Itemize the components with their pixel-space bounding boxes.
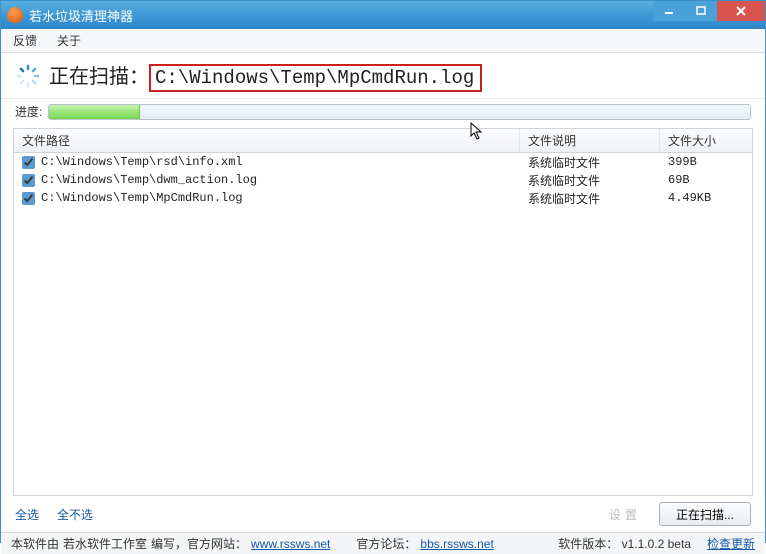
- titlebar: 若水垃圾清理神器: [1, 1, 765, 29]
- footer-prefix: 本软件由: [11, 535, 59, 552]
- row-checkbox[interactable]: [22, 174, 35, 187]
- select-none-link[interactable]: 全不选: [57, 506, 93, 523]
- menu-feedback[interactable]: 反馈: [13, 32, 37, 49]
- row-checkbox[interactable]: [22, 156, 35, 169]
- footer: 本软件由 若水软件工作室 编写，官方网站： www.rssws.net 官方论坛…: [1, 532, 765, 554]
- footer-site-link[interactable]: www.rssws.net: [251, 537, 330, 551]
- footer-version: v1.1.0.2 beta: [622, 537, 691, 551]
- col-header-size[interactable]: 文件大小: [660, 129, 752, 152]
- col-header-desc[interactable]: 文件说明: [520, 129, 660, 152]
- scan-path-highlight: C:\Windows\Temp\MpCmdRun.log: [149, 64, 482, 92]
- check-update-link[interactable]: 检查更新: [707, 535, 755, 552]
- menubar: 反馈 关于: [1, 29, 765, 53]
- action-row: 全选 全不选 设置 正在扫描...: [1, 496, 765, 532]
- spinner-icon: [15, 63, 41, 89]
- row-path: C:\Windows\Temp\dwm_action.log: [41, 173, 257, 187]
- footer-forum-link[interactable]: bbs.rssws.net: [420, 537, 493, 551]
- progress-row: 进度:: [1, 99, 765, 128]
- row-size: 399B: [660, 153, 752, 171]
- scan-label-prefix: 正在扫描：: [49, 60, 149, 89]
- table-row[interactable]: C:\Windows\Temp\MpCmdRun.log 系统临时文件4.49KB: [14, 189, 752, 207]
- footer-written: 编写，官方网站：: [151, 535, 247, 552]
- maximize-button[interactable]: [685, 1, 717, 21]
- app-icon: [7, 7, 23, 23]
- select-all-link[interactable]: 全选: [15, 506, 39, 523]
- progress-fill: [49, 105, 140, 119]
- row-path: C:\Windows\Temp\MpCmdRun.log: [41, 191, 243, 205]
- row-size: 4.49KB: [660, 189, 752, 207]
- window-controls: [653, 1, 765, 21]
- row-desc: 系统临时文件: [520, 171, 660, 189]
- close-button[interactable]: [717, 1, 765, 21]
- table-row[interactable]: C:\Windows\Temp\rsd\info.xml 系统临时文件399B: [14, 153, 752, 171]
- row-size: 69B: [660, 171, 752, 189]
- row-desc: 系统临时文件: [520, 189, 660, 207]
- file-table: 文件路径 文件说明 文件大小 C:\Windows\Temp\rsd\info.…: [13, 128, 753, 496]
- progress-label: 进度:: [15, 103, 42, 120]
- row-path: C:\Windows\Temp\rsd\info.xml: [41, 155, 243, 169]
- table-row[interactable]: C:\Windows\Temp\dwm_action.log 系统临时文件69B: [14, 171, 752, 189]
- menu-about[interactable]: 关于: [57, 32, 81, 49]
- scan-status-row: 正在扫描： C:\Windows\Temp\MpCmdRun.log: [1, 53, 765, 99]
- window-title: 若水垃圾清理神器: [29, 6, 133, 25]
- minimize-button[interactable]: [653, 1, 685, 21]
- table-header: 文件路径 文件说明 文件大小: [14, 129, 752, 153]
- footer-studio: 若水软件工作室: [63, 535, 147, 552]
- scan-button[interactable]: 正在扫描...: [659, 502, 751, 526]
- footer-forum-label: 官方论坛：: [356, 535, 416, 552]
- scan-label: 正在扫描： C:\Windows\Temp\MpCmdRun.log: [49, 60, 482, 92]
- table-body: C:\Windows\Temp\rsd\info.xml系统临时文件399BC:…: [14, 153, 752, 207]
- col-header-path[interactable]: 文件路径: [14, 129, 520, 152]
- settings-faint-label: 设置: [609, 506, 641, 523]
- footer-version-label: 软件版本：: [558, 537, 618, 551]
- row-checkbox[interactable]: [22, 192, 35, 205]
- row-desc: 系统临时文件: [520, 153, 660, 171]
- progress-bar: [48, 104, 751, 120]
